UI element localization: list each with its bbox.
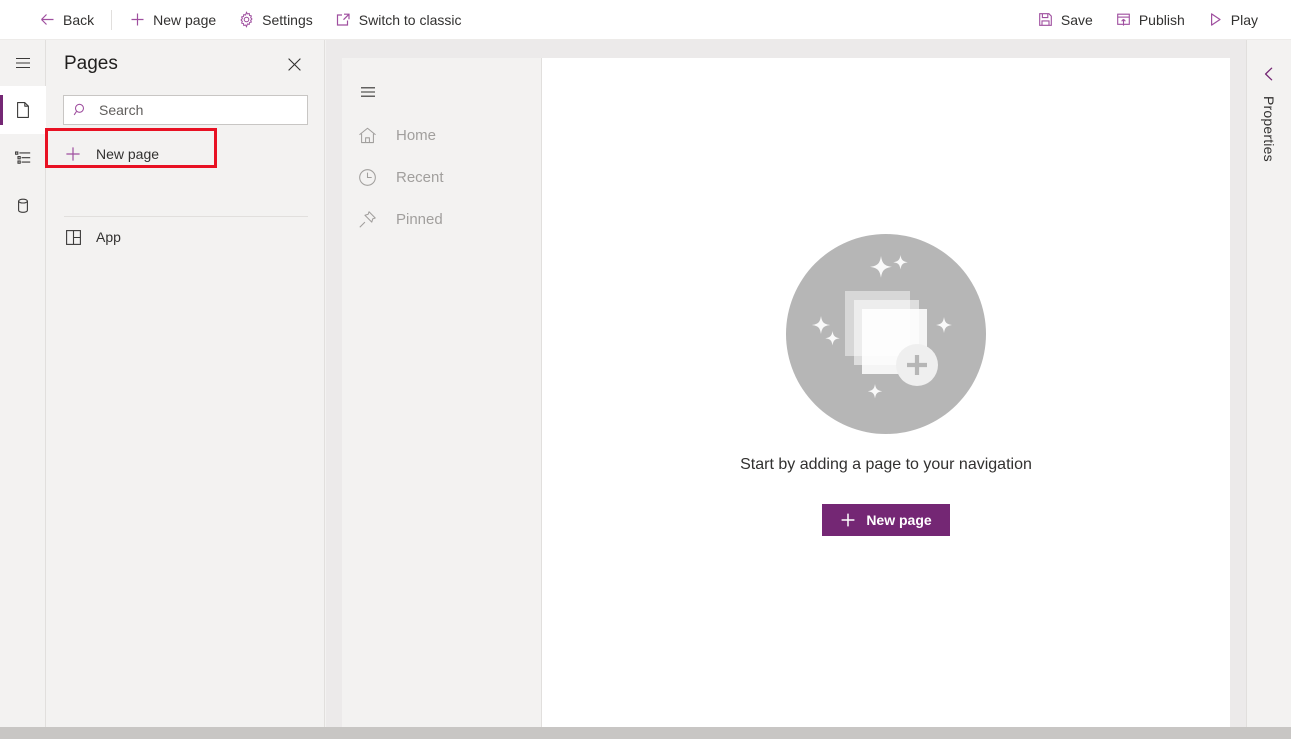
canvas-area: Home Recent [326,40,1246,727]
nav-item-home-label: Home [396,127,436,144]
app-nav-hamburger-button[interactable] [346,74,390,114]
database-icon [13,196,33,216]
save-icon [1037,11,1054,28]
search-input[interactable] [90,102,299,118]
publish-button[interactable]: Publish [1104,2,1196,38]
hamburger-icon [13,53,33,73]
nav-item-recent[interactable]: Recent [342,156,541,198]
nav-item-pinned-label: Pinned [396,211,443,228]
pages-panel-header: Pages [46,40,324,88]
new-page-row[interactable]: New page [46,135,325,173]
open-in-new-icon [335,11,352,28]
play-button-label: Play [1231,13,1258,27]
tree-view-icon [13,148,33,168]
pin-icon [356,208,378,230]
publish-icon [1115,11,1132,28]
command-bar: Back New page Settings [0,0,1291,40]
rail-item-menu[interactable] [0,40,46,86]
new-page-command-button[interactable]: New page [118,2,227,38]
settings-button-label: Settings [262,13,313,27]
plus-icon [840,512,856,528]
back-button-label: Back [63,13,94,27]
plus-icon [64,145,82,163]
pages-panel-title: Pages [64,53,118,75]
command-bar-right-group: Save Publish Play [1026,2,1291,38]
hamburger-icon [358,82,378,107]
page-icon [13,100,33,120]
list-item[interactable]: App [46,218,325,256]
play-icon [1207,11,1224,28]
pages-search-box[interactable] [63,95,308,125]
command-bar-divider [111,10,112,30]
search-icon [72,101,90,119]
save-button[interactable]: Save [1026,2,1104,38]
gear-icon [238,11,255,28]
arrow-left-icon [39,11,56,28]
rail-item-tree-view[interactable] [0,134,46,182]
app-preview-frame: Home Recent [342,58,1230,727]
app-grid-icon [64,228,82,246]
pages-list-divider [64,216,308,217]
close-icon[interactable] [280,50,308,78]
pages-search-container [46,88,324,133]
empty-state-message: Start by adding a page to your navigatio… [740,456,1032,474]
back-button[interactable]: Back [28,2,105,38]
rail-item-pages[interactable] [0,86,46,134]
switch-to-classic-button[interactable]: Switch to classic [324,2,473,38]
new-page-command-label: New page [153,13,216,27]
plus-icon [129,11,146,28]
nav-item-pinned[interactable]: Pinned [342,198,541,240]
power-apps-studio-window: Back New page Settings [0,0,1291,739]
command-bar-left-group: Back New page Settings [0,2,472,38]
stacked-pages-add-illustration [786,234,986,434]
home-icon [356,124,378,146]
app-content-region: Start by adding a page to your navigatio… [542,58,1230,727]
left-icon-rail [0,40,46,727]
save-button-label: Save [1061,13,1093,27]
properties-rail: Properties [1246,40,1291,727]
list-item-label: App [96,229,121,245]
nav-item-home[interactable]: Home [342,114,541,156]
switch-to-classic-label: Switch to classic [359,13,462,27]
app-navigation-pane: Home Recent [342,58,542,727]
bottom-status-strip [0,727,1291,739]
new-page-row-label: New page [96,146,159,162]
pages-panel: Pages [46,40,325,727]
empty-state: Start by adding a page to your navigatio… [542,234,1230,536]
clock-icon [356,166,378,188]
settings-button[interactable]: Settings [227,2,324,38]
properties-rail-label[interactable]: Properties [1261,96,1277,162]
publish-button-label: Publish [1139,13,1185,27]
nav-item-recent-label: Recent [396,169,444,186]
rail-item-data[interactable] [0,182,46,230]
play-button[interactable]: Play [1196,2,1269,38]
chevron-left-icon[interactable] [1257,62,1281,86]
empty-state-new-page-button[interactable]: New page [822,504,949,536]
empty-state-new-page-label: New page [866,512,931,528]
